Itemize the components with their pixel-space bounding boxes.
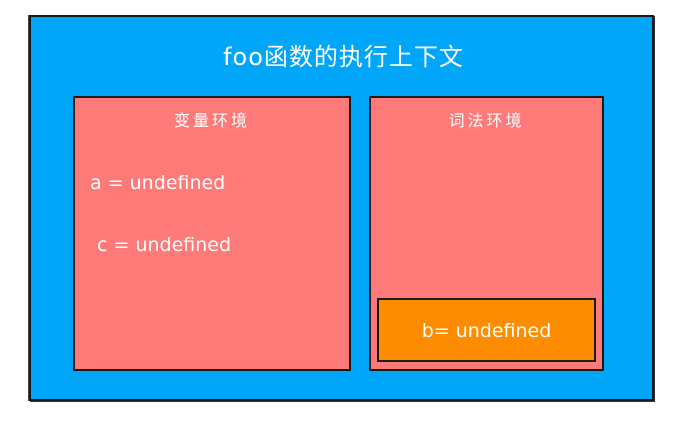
lexical-binding-b: b= undefined [421, 320, 552, 342]
diagram-canvas: foo函数的执行上下文 变量环境 a = undefined c = undef… [0, 0, 690, 424]
lexical-environment-title: 词法环境 [448, 111, 525, 130]
variable-environment-title: 变量环境 [173, 111, 250, 130]
lexical-block-box: b= undefined [377, 298, 596, 362]
execution-context-title: foo函数的执行上下文 [223, 43, 464, 71]
variable-binding-c: c = undefined [97, 234, 232, 256]
variable-binding-a: a = undefined [90, 172, 226, 194]
